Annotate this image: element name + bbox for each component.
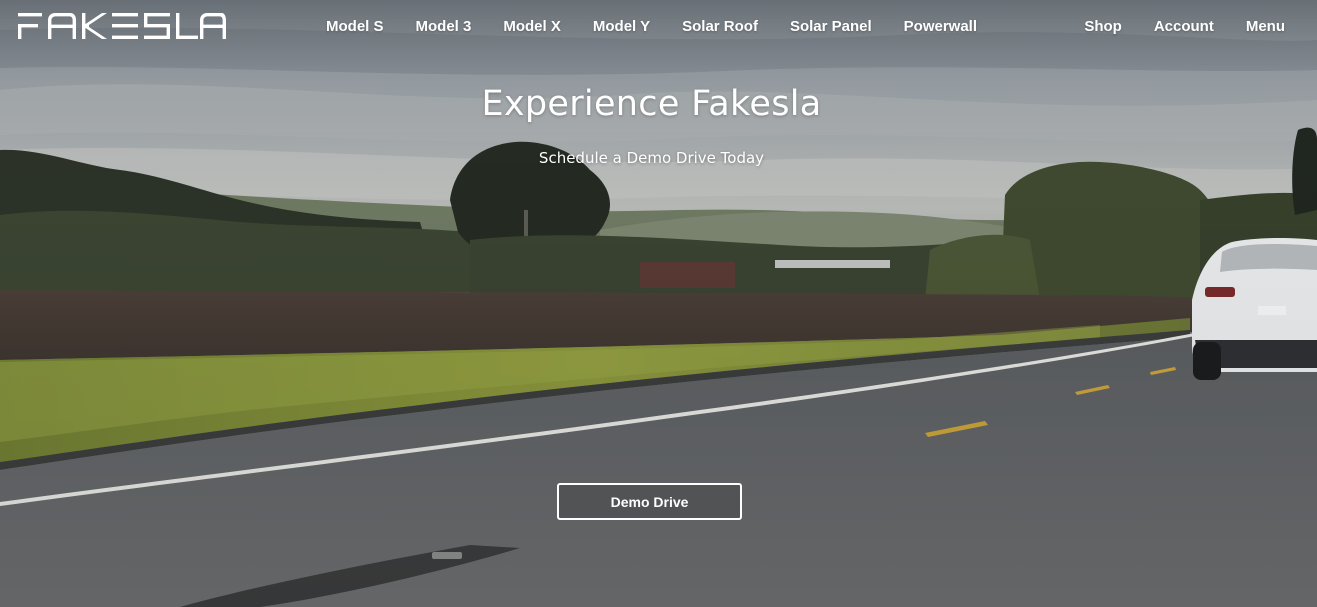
demo-drive-button[interactable]: Demo Drive — [557, 483, 742, 520]
nav-solar-roof[interactable]: Solar Roof — [666, 12, 774, 41]
nav-model-y[interactable]: Model Y — [577, 12, 666, 41]
nav-powerwall[interactable]: Powerwall — [888, 12, 993, 41]
hero-section: Model S Model 3 Model X Model Y Solar Ro… — [0, 0, 1317, 607]
secondary-nav: Shop Account Menu — [1068, 0, 1301, 52]
hero-title: Experience Fakesla — [481, 84, 822, 124]
nav-menu[interactable]: Menu — [1230, 12, 1301, 41]
hero-subtitle: Schedule a Demo Drive Today — [538, 149, 765, 167]
nav-model-s[interactable]: Model S — [310, 12, 400, 41]
nav-account[interactable]: Account — [1138, 12, 1230, 41]
top-navigation-bar: Model S Model 3 Model X Model Y Solar Ro… — [0, 0, 1317, 52]
nav-shop[interactable]: Shop — [1068, 12, 1138, 41]
primary-nav: Model S Model 3 Model X Model Y Solar Ro… — [310, 0, 993, 52]
fakesla-logo[interactable] — [18, 13, 226, 39]
nav-model-3[interactable]: Model 3 — [400, 12, 488, 41]
nav-solar-panel[interactable]: Solar Panel — [774, 12, 888, 41]
nav-model-x[interactable]: Model X — [487, 12, 577, 41]
